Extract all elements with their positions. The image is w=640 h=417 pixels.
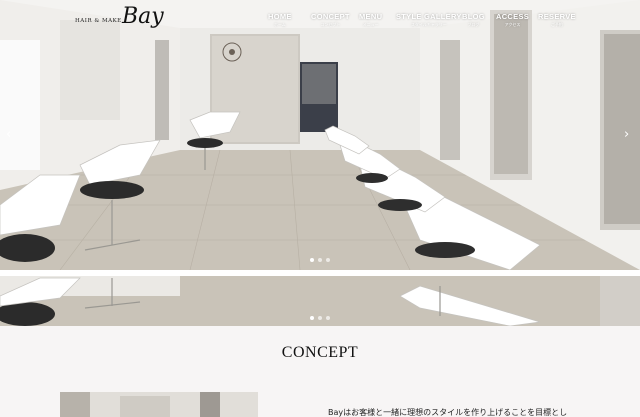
nav-label: ACCESS [496, 12, 530, 21]
slider-dot[interactable] [326, 316, 330, 320]
concept-photo [60, 392, 258, 417]
slider-dot[interactable] [318, 316, 322, 320]
slider-dot[interactable] [326, 258, 330, 262]
nav-label: BLOG [462, 12, 485, 21]
nav-sublabel: スタイルギャラリー [410, 22, 447, 27]
nav-sublabel: ホーム [273, 22, 286, 27]
slider-next-button[interactable]: › [624, 127, 629, 142]
nav-item-menu[interactable]: MENU メニュー [359, 12, 382, 28]
nav-item-home[interactable]: HOME ホーム [268, 12, 292, 28]
hero-slider: HAIR & MAKE Bay HOME ホーム CONCEPT コンセプト M… [0, 0, 640, 270]
slider-prev-button[interactable]: ‹ [6, 127, 11, 142]
concept-image [60, 392, 258, 417]
nav-sublabel: アクセス [504, 22, 521, 27]
slider-dot[interactable] [310, 258, 314, 262]
logo-subtitle: HAIR & MAKE [75, 18, 122, 24]
nav-label: RESERVE [538, 12, 576, 21]
concept-heading: CONCEPT [281, 344, 359, 361]
nav-sublabel: コンセプト [320, 22, 341, 27]
nav-label: STYLE GALLERY [396, 12, 462, 21]
nav-item-blog[interactable]: BLOG ブログ [462, 12, 485, 28]
logo-wordmark: Bay [122, 4, 164, 29]
nav-label: HOME [268, 12, 292, 21]
nav-label: CONCEPT [311, 12, 350, 21]
nav-item-style-gallery[interactable]: STYLE GALLERY スタイルギャラリー [396, 12, 462, 28]
nav-item-access[interactable]: ACCESS アクセス [496, 12, 529, 28]
nav-sublabel: メニュー [362, 22, 379, 27]
nav-item-concept[interactable]: CONCEPT コンセプト [311, 12, 350, 28]
slider-pagination-secondary [310, 316, 330, 320]
slider-pagination [310, 258, 330, 262]
hero-slider-secondary [0, 276, 640, 326]
slider-dot[interactable] [318, 258, 322, 262]
nav-label: MENU [359, 12, 383, 21]
concept-section: CONCEPT Bayはお客様と一緒に理想のスタイルを作り上げることを目標とし [0, 326, 640, 417]
nav-sublabel: ブログ [467, 22, 480, 27]
salon-photo [0, 0, 640, 270]
nav-sublabel: ご予約 [550, 22, 563, 27]
concept-description: Bayはお客様と一緒に理想のスタイルを作り上げることを目標とし [328, 408, 568, 417]
nav-item-reserve[interactable]: RESERVE ご予約 [538, 12, 576, 28]
slider-dot[interactable] [310, 316, 314, 320]
